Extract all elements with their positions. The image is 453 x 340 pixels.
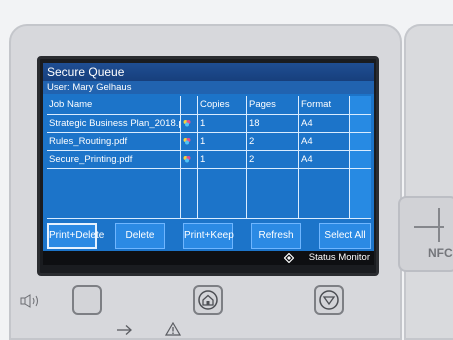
nfc-label: NFC [428, 246, 453, 260]
column-header-pages: Pages [249, 99, 276, 110]
table-row[interactable]: Secure_Printing.pdf 1 2 A4 [47, 150, 371, 168]
column-header-format: Format [301, 99, 332, 110]
job-format: A4 [301, 118, 313, 129]
refresh-button[interactable]: Refresh [251, 223, 301, 249]
job-name: Rules_Routing.pdf [49, 136, 128, 147]
sleep-button[interactable] [72, 285, 102, 315]
column-header-job-name: Job Name [49, 99, 93, 110]
job-color-icon [181, 115, 197, 132]
status-monitor-button[interactable]: Status Monitor [309, 251, 370, 265]
home-button[interactable] [193, 285, 223, 315]
printer-chassis: NFC Secure Queue User: Mary Gelhaus Job … [0, 0, 453, 340]
job-copies: 1 [200, 118, 206, 129]
job-pages: 2 [249, 136, 255, 147]
nfc-reader[interactable] [398, 196, 453, 272]
action-buttons: Print+Delete Delete Print+Keep Refresh S… [47, 223, 371, 249]
stop-button[interactable] [314, 285, 344, 315]
column-header-copies: Copies [200, 99, 230, 110]
job-pages: 18 [249, 118, 260, 129]
job-name: Strategic Business Plan_2018.pdf [49, 118, 180, 129]
job-name: Secure_Printing.pdf [49, 154, 133, 165]
touch-screen: Secure Queue User: Mary Gelhaus Job Name… [43, 63, 374, 265]
page-title: Secure Queue [43, 63, 374, 81]
error-icon [165, 322, 181, 336]
nfc-crosshair [438, 208, 440, 242]
select-all-button[interactable]: Select All [319, 223, 371, 249]
table-row-empty [47, 186, 371, 204]
job-table: Job Name Copies Pages Format Strategic B… [47, 96, 371, 219]
table-bottom-border [47, 218, 371, 219]
job-color-icon [181, 151, 197, 168]
delete-button[interactable]: Delete [115, 223, 165, 249]
job-copies: 1 [200, 154, 206, 165]
table-row[interactable]: Rules_Routing.pdf 1 2 A4 [47, 132, 371, 150]
side-panel [404, 24, 453, 340]
job-color-icon [181, 133, 197, 150]
stop-icon [319, 290, 339, 310]
sleep-icon [82, 293, 89, 307]
nfc-crosshair [414, 226, 444, 228]
volume-icon [20, 294, 38, 308]
job-pages: 2 [249, 154, 255, 165]
print-delete-button[interactable]: Print+Delete [47, 223, 104, 249]
home-icon [198, 290, 218, 310]
print-keep-button[interactable]: Print+Keep [183, 223, 234, 249]
status-bar: Status Monitor [43, 251, 374, 265]
job-format: A4 [301, 136, 313, 147]
table-row-empty [47, 168, 371, 186]
status-monitor-icon[interactable] [284, 253, 294, 263]
table-row[interactable]: Strategic Business Plan_2018.pdf 1 18 A4 [47, 114, 371, 132]
table-header: Job Name Copies Pages Format [47, 96, 371, 114]
job-copies: 1 [200, 136, 206, 147]
data-arrow-icon [117, 325, 132, 335]
user-label: User: Mary Gelhaus [43, 81, 374, 94]
job-format: A4 [301, 154, 313, 165]
